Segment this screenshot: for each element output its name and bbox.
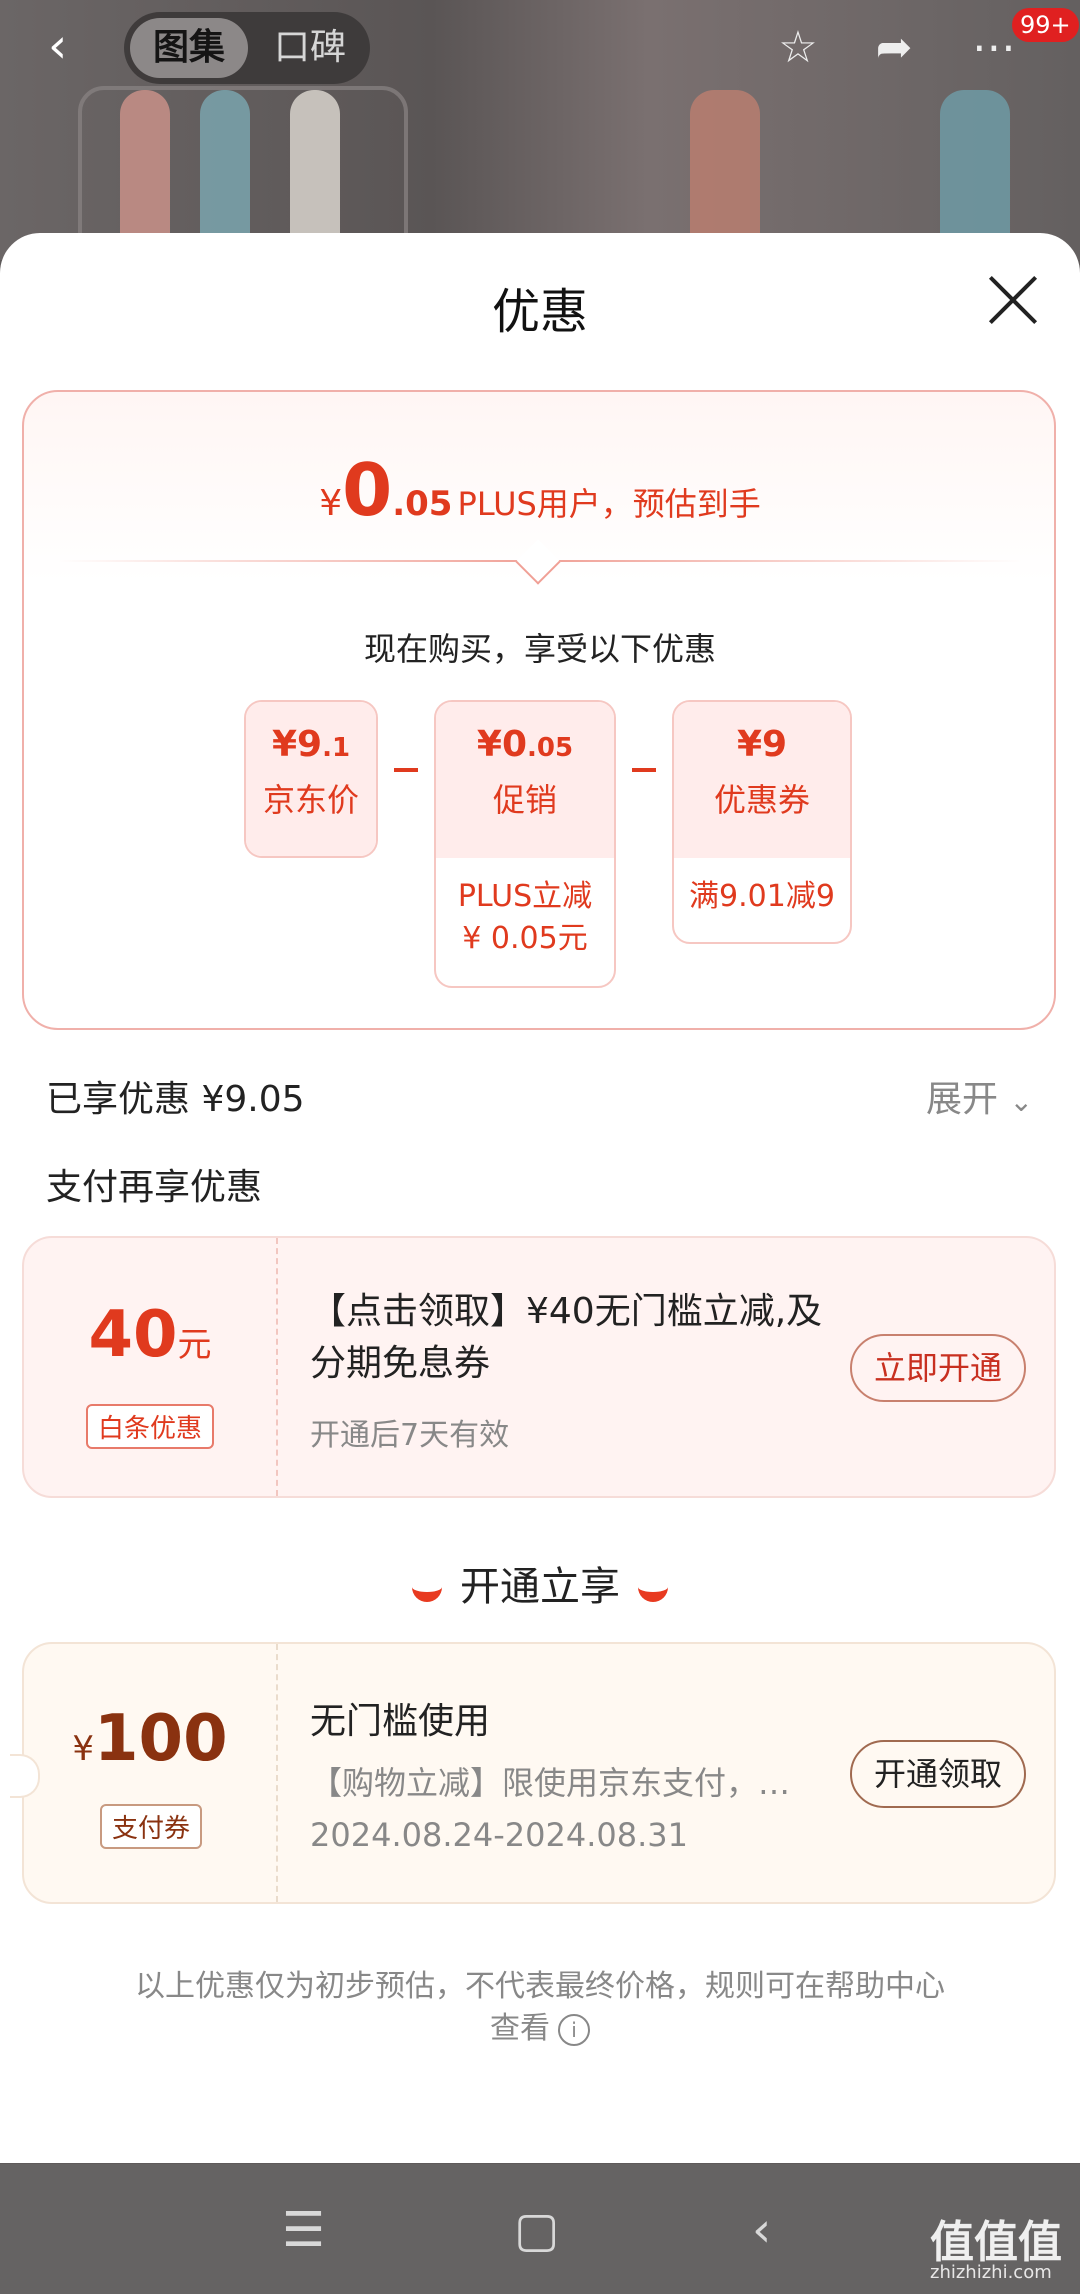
payment-coupon-card[interactable]: ¥100 支付券 无门槛使用 【购物立减】限使用京东支付，… 2024.08.2… [10,1642,1056,1904]
chip-label: 优惠券 [713,781,810,819]
price-decimal: .05 [392,484,453,524]
back-arrow-icon[interactable]: ‹ [48,22,88,70]
coupon-validity-dates: 2024.08.24-2024.08.31 [310,1816,688,1854]
chevron-down-icon: ⌄ [1009,1085,1033,1118]
expand-button[interactable]: 展开 ⌄ [926,1070,1033,1122]
watermark-url: zhizhizhi.com [930,2262,1052,2283]
tab-reviews[interactable]: 口碑 [254,18,366,78]
system-navigation-bar: ☰ ▢ ‹ [0,2164,1080,2294]
baitiao-amount-panel: 40元 白条优惠 [24,1238,278,1496]
price-integer: 0 [342,448,393,532]
top-navigation-bar: ‹ 图集 口碑 ☆ ➦ ⋯ 99+ [0,0,1080,96]
baitiao-amount: 40 [88,1298,178,1372]
minus-sign-icon [632,768,656,772]
price-label: PLUS用户，预估到手 [457,485,761,523]
close-icon[interactable] [985,272,1041,328]
jd-price-chip: ¥9.1 京东价 [244,700,378,858]
recent-apps-icon[interactable]: ☰ [282,2204,325,2256]
chip-detail-line1: PLUS立减 [457,879,593,914]
chip-label: 京东价 [262,781,359,819]
coupon-description: 【购物立减】限使用京东支付，… [310,1764,791,1802]
coupon-amount: 100 [94,1702,228,1776]
coupon-title: 无门槛使用 [310,1701,491,1742]
activate-now-button[interactable]: 立即开通 [850,1334,1026,1402]
expand-label: 展开 [926,1079,999,1120]
disclaimer-text: 以上优惠仅为初步预估，不代表最终价格，规则可在帮助中心查看 [135,1969,945,2046]
open-enjoy-title: 开通立享 [460,1564,620,1610]
star-favorite-icon[interactable]: ☆ [770,20,826,76]
sheet-title: 优惠 [491,284,588,340]
info-icon[interactable]: i [558,2013,590,2046]
open-claim-button[interactable]: 开通领取 [850,1740,1026,1808]
promotion-chip: ¥0.05 促销 PLUS立减 ¥ 0.05元 [434,700,616,988]
estimated-price-headline: ¥0.05 PLUS用户，预估到手 [0,448,1080,532]
coupon-chip: ¥9 优惠券 满9.01减9 [672,700,852,944]
system-back-icon[interactable]: ‹ [752,2204,771,2256]
pay-again-title: 支付再享优惠 [46,1167,263,1208]
disclaimer-note: 以上优惠仅为初步预估，不代表最终价格，规则可在帮助中心查看 i [130,1966,950,2050]
tab-gallery[interactable]: 图集 [130,18,248,78]
enjoyed-discount-total: 已享优惠 ¥9.05 [46,1079,305,1120]
gallery-review-switch: 图集 口碑 [124,12,370,84]
chip-value-decimal: .1 [322,733,351,763]
breakdown-subtitle: 现在购买，享受以下优惠 [363,630,716,668]
baitiao-tag: 白条优惠 [86,1404,215,1449]
open-enjoy-heading: 开通立享 [0,1554,1080,1612]
baitiao-unit: 元 [177,1325,212,1365]
chip-value: ¥9 [271,724,323,765]
chip-value: ¥9 [736,724,788,765]
chip-value-decimal: .05 [527,733,574,763]
share-icon[interactable]: ➦ [866,20,922,76]
minus-sign-icon [394,768,418,772]
baitiao-offer-title: 【点击领取】¥40无门槛立减,及分期免息券 [310,1291,823,1384]
coupon-currency: ¥ [72,1729,95,1769]
coupon-tag: 支付券 [100,1804,203,1849]
home-icon[interactable]: ▢ [514,2204,559,2256]
chip-label: 促销 [492,781,557,819]
watermark-logo: 值值值 [930,2217,1062,2268]
baitiao-offer-validity: 开通后7天有效 [310,1418,510,1453]
chip-value: ¥0 [476,724,528,765]
smile-left-icon [412,1576,442,1602]
chip-detail-line1: 满9.01减9 [689,879,835,914]
currency-symbol: ¥ [319,483,343,524]
chip-detail-line2: ¥ 0.05元 [462,921,588,956]
smile-right-icon [638,1576,668,1602]
coupon-amount-panel: ¥100 支付券 [24,1644,278,1902]
message-count-badge: 99+ [1012,8,1079,42]
baitiao-offer-card[interactable]: 40元 白条优惠 【点击领取】¥40无门槛立减,及分期免息券 开通后7天有效 立… [22,1236,1056,1498]
